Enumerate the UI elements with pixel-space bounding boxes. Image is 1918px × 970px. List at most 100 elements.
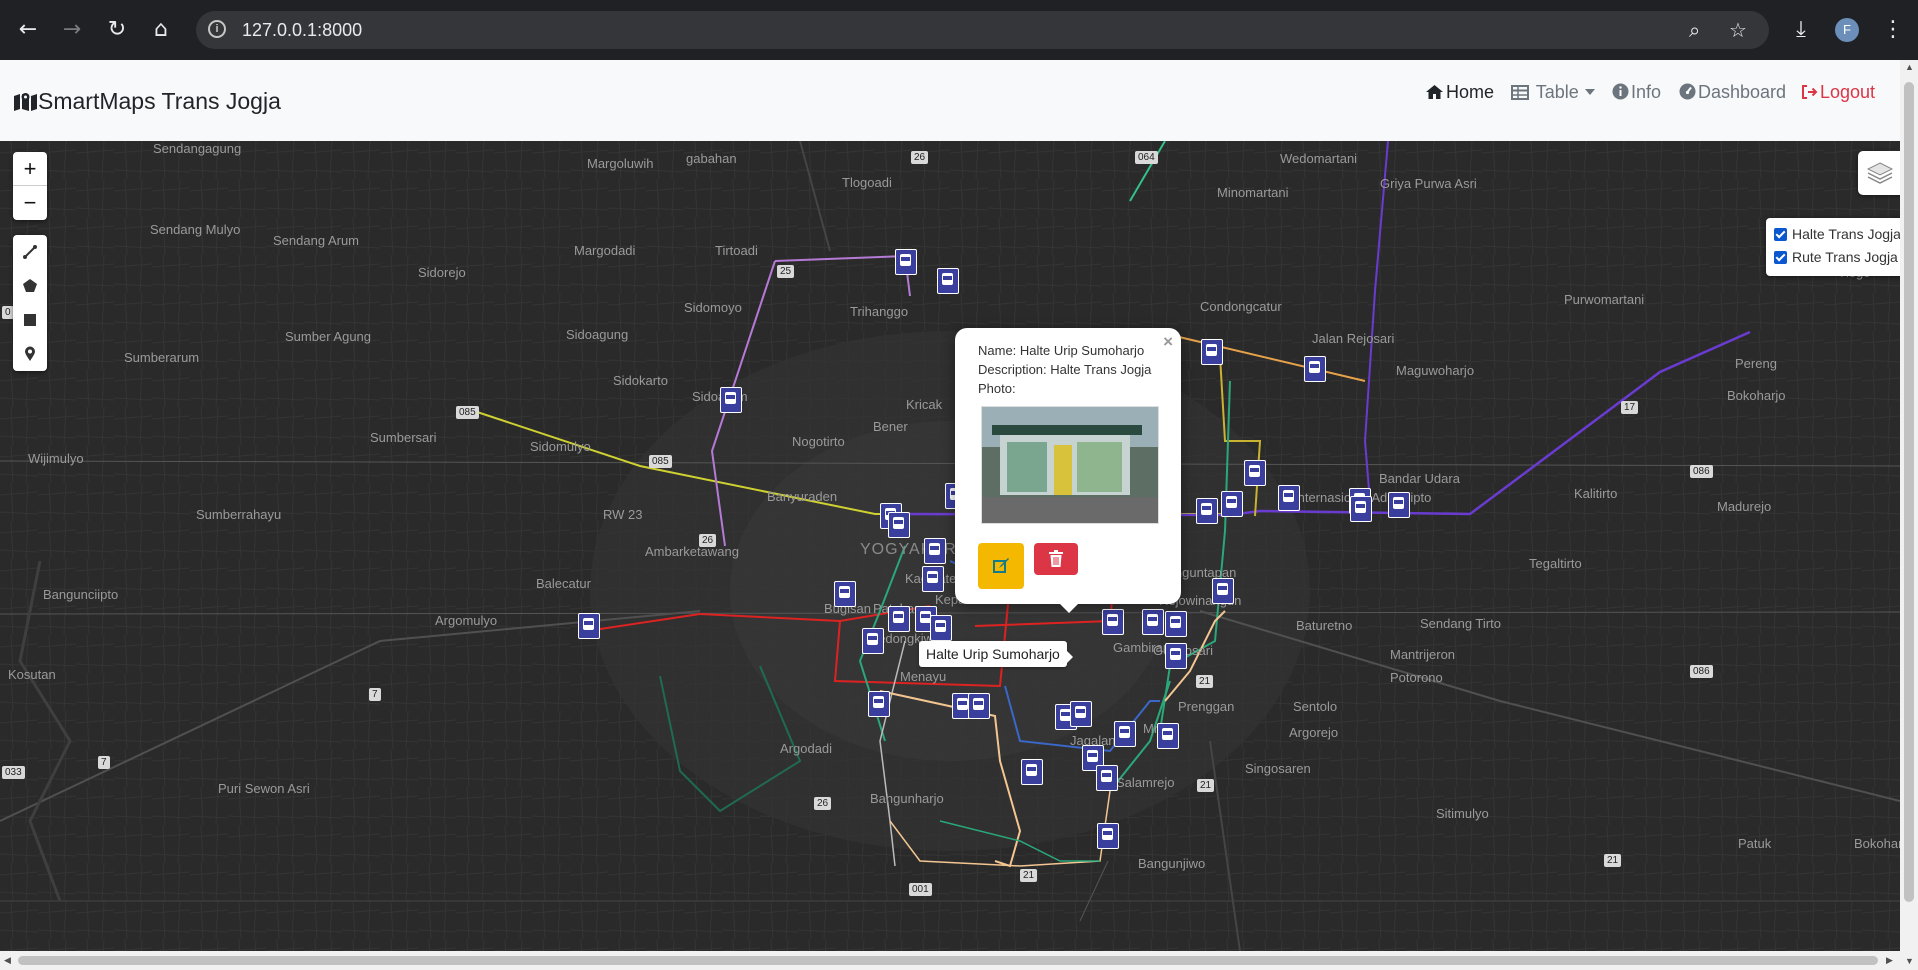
edit-button[interactable] — [978, 543, 1024, 589]
map-location-icon — [14, 93, 37, 111]
bus-stop-marker[interactable] — [1304, 356, 1326, 382]
back-icon[interactable]: ← — [10, 12, 46, 48]
popup-close-button[interactable]: × — [1163, 332, 1173, 352]
nav-table-dropdown[interactable]: Table — [1511, 82, 1595, 103]
bus-stop-marker[interactable] — [862, 628, 884, 654]
place-label: Griya Purwa Asri — [1380, 176, 1477, 191]
bus-stop-marker[interactable] — [895, 249, 917, 275]
address-bar[interactable]: i 127.0.0.1:8000 ⌕ ☆ — [196, 11, 1769, 49]
vertical-scrollbar[interactable]: ▲ ▼ — [1900, 60, 1918, 970]
bus-stop-marker[interactable] — [1244, 460, 1266, 486]
bus-stop-marker[interactable] — [1165, 611, 1187, 637]
profile-avatar[interactable]: F — [1835, 18, 1859, 42]
bus-stop-marker[interactable] — [720, 387, 742, 413]
checkbox-halte[interactable] — [1774, 228, 1787, 241]
horizontal-scroll-thumb[interactable] — [18, 956, 1878, 965]
bus-stop-marker[interactable] — [968, 693, 990, 719]
zoom-icon[interactable]: ⌕ — [1689, 18, 1700, 42]
bus-stop-marker[interactable] — [1278, 485, 1300, 511]
draw-marker-button[interactable] — [13, 337, 47, 371]
place-label: Salamrejo — [1116, 775, 1175, 790]
browser-toolbar: ← → ↻ ⌂ i 127.0.0.1:8000 ⌕ ☆ ⤓ F ⋮ — [0, 0, 1918, 60]
bus-stop-marker[interactable] — [1221, 491, 1243, 517]
horizontal-scrollbar[interactable]: ◀ ▶ — [0, 951, 1900, 970]
road-shield: 26 — [814, 797, 832, 810]
nav-dashboard[interactable]: Dashboard — [1679, 82, 1786, 103]
bus-stop-marker[interactable] — [937, 268, 959, 294]
bus-stop-marker[interactable] — [578, 613, 600, 639]
zoom-out-button[interactable]: − — [13, 186, 47, 220]
scroll-up-icon[interactable]: ▲ — [1905, 62, 1914, 72]
road-shield: 21 — [1197, 779, 1215, 792]
nav-logout[interactable]: Logout — [1801, 82, 1875, 103]
bus-stop-marker[interactable] — [1096, 765, 1118, 791]
place-label: Tirtoadi — [715, 243, 758, 258]
brand[interactable]: SmartMaps Trans Jogja — [13, 88, 281, 115]
bus-stop-marker[interactable] — [868, 691, 890, 717]
bus-stop-marker[interactable] — [1021, 759, 1043, 785]
url-text[interactable]: 127.0.0.1:8000 — [242, 20, 362, 41]
halte-photo-image — [982, 407, 1158, 523]
layer-toggle-halte[interactable]: Halte Trans Jogja — [1774, 226, 1900, 242]
road-shield: 7 — [369, 688, 381, 701]
layer-toggle-rute[interactable]: Rute Trans Jogja — [1774, 249, 1898, 265]
place-label: Sendang Tirto — [1420, 616, 1501, 631]
home-icon[interactable]: ⌂ — [143, 12, 179, 48]
place-label: Jalan Rejosari — [1312, 331, 1395, 346]
draw-polygon-button[interactable] — [13, 269, 47, 303]
bus-stop-marker[interactable] — [1165, 643, 1187, 669]
road-shield: 085 — [456, 406, 479, 419]
nav-home[interactable]: Home — [1425, 82, 1494, 103]
checkbox-rute[interactable] — [1774, 251, 1787, 264]
site-info-icon[interactable]: i — [208, 20, 226, 38]
scroll-down-icon[interactable]: ▼ — [1905, 956, 1914, 966]
nav-table-label: Table — [1535, 82, 1579, 102]
draw-rectangle-button[interactable] — [13, 303, 47, 337]
bus-stop-marker[interactable] — [1157, 723, 1179, 749]
layer-label-halte: Halte Trans Jogja — [1792, 226, 1900, 242]
bus-stop-marker[interactable] — [922, 566, 944, 592]
scroll-right-icon[interactable]: ▶ — [1886, 955, 1893, 966]
place-label: Trihanggo — [850, 304, 909, 319]
bus-stop-marker[interactable] — [924, 538, 946, 564]
nav-info[interactable]: Info — [1612, 82, 1661, 103]
place-label: Bokoharjo — [1854, 836, 1900, 851]
bus-stop-marker[interactable] — [888, 512, 910, 538]
place-label: Tegaltirto — [1529, 556, 1582, 571]
bus-stop-marker[interactable] — [1212, 578, 1234, 604]
zoom-in-button[interactable]: + — [13, 152, 47, 186]
draw-polyline-button[interactable] — [13, 235, 47, 269]
bus-stop-marker[interactable] — [930, 615, 952, 641]
delete-button[interactable] — [1034, 543, 1078, 575]
bus-stop-marker[interactable] — [1142, 609, 1164, 635]
place-label: Bokoharjo — [1727, 388, 1786, 403]
bus-stop-marker[interactable] — [1196, 498, 1218, 524]
bookmark-star-icon[interactable]: ☆ — [1729, 18, 1747, 42]
vertical-scroll-thumb[interactable] — [1904, 82, 1914, 902]
bus-stop-marker[interactable] — [1102, 609, 1124, 635]
popup-description: Description: Halte Trans Jogja — [978, 362, 1152, 377]
menu-dots-icon[interactable]: ⋮ — [1875, 12, 1911, 48]
bus-stop-marker[interactable] — [1388, 492, 1410, 518]
bus-stop-marker[interactable] — [1097, 823, 1119, 849]
scroll-left-icon[interactable]: ◀ — [4, 955, 11, 966]
reload-icon[interactable]: ↻ — [99, 12, 135, 48]
layers-control-button[interactable] — [1858, 151, 1900, 195]
bus-stop-marker[interactable] — [1070, 701, 1092, 727]
zoom-control: + − — [13, 152, 47, 220]
bus-stop-marker[interactable] — [888, 606, 910, 632]
download-icon[interactable]: ⤓ — [1783, 12, 1819, 48]
forward-icon[interactable]: → — [54, 12, 90, 48]
bus-stop-marker[interactable] — [1201, 339, 1223, 365]
place-label: Sidomoyo — [684, 300, 742, 315]
bus-stop-marker[interactable] — [834, 581, 856, 607]
trash-icon — [1049, 550, 1063, 567]
map-canvas[interactable]: Sendangagung Margoluwih gabahan Tlogoadi Wed… — [0, 141, 1900, 951]
place-label: Sidorejo — [418, 265, 466, 280]
place-label: Sidomulyo — [530, 439, 591, 454]
road-shield: 064 — [1135, 151, 1158, 164]
bus-stop-marker[interactable] — [1114, 721, 1136, 747]
place-label: Wijimulyo — [28, 451, 84, 466]
place-label: Balecatur — [536, 576, 591, 591]
bus-stop-marker[interactable] — [1350, 496, 1372, 522]
